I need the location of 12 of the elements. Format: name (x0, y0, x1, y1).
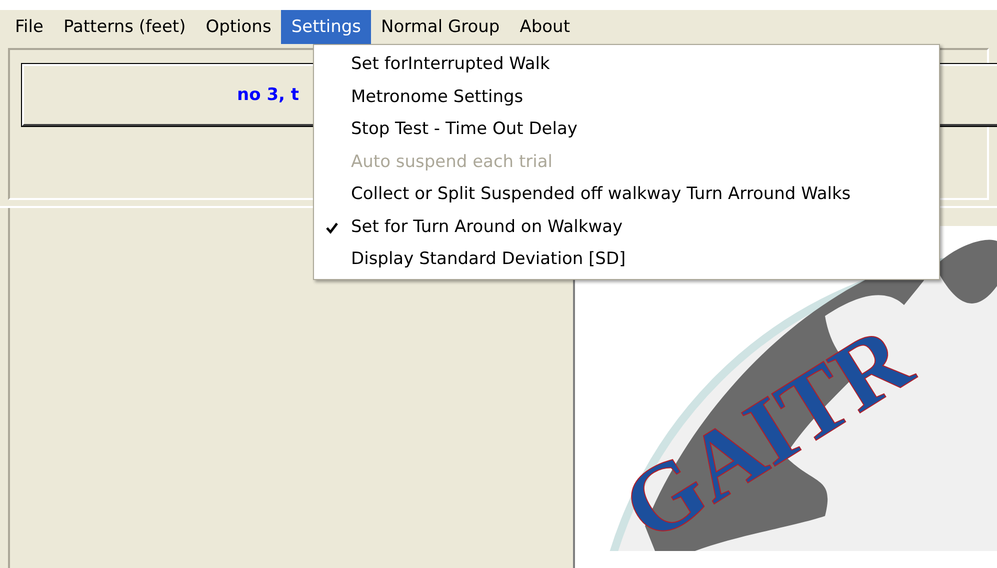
menu-item[interactable]: Normal Group (371, 10, 510, 44)
menu-item[interactable]: Options (196, 10, 282, 44)
menu-option[interactable]: Set for Turn Around on Walkway (314, 210, 939, 243)
menu-option[interactable]: Stop Test - Time Out Delay (314, 113, 939, 146)
menu-option[interactable]: Set forInterrupted Walk (314, 48, 939, 80)
menu-option[interactable]: Display Standard Deviation [SD] (314, 243, 939, 276)
menu-item[interactable]: About (510, 10, 580, 44)
menu-item[interactable]: File (5, 10, 54, 44)
menu-item[interactable]: Settings (281, 10, 372, 44)
menu-option[interactable]: Collect or Split Suspended off walkway Turn Arround Walks (314, 178, 939, 210)
menu-item[interactable]: Patterns (feet) (53, 10, 196, 44)
menu-option[interactable]: Metronome Settings (314, 80, 939, 113)
